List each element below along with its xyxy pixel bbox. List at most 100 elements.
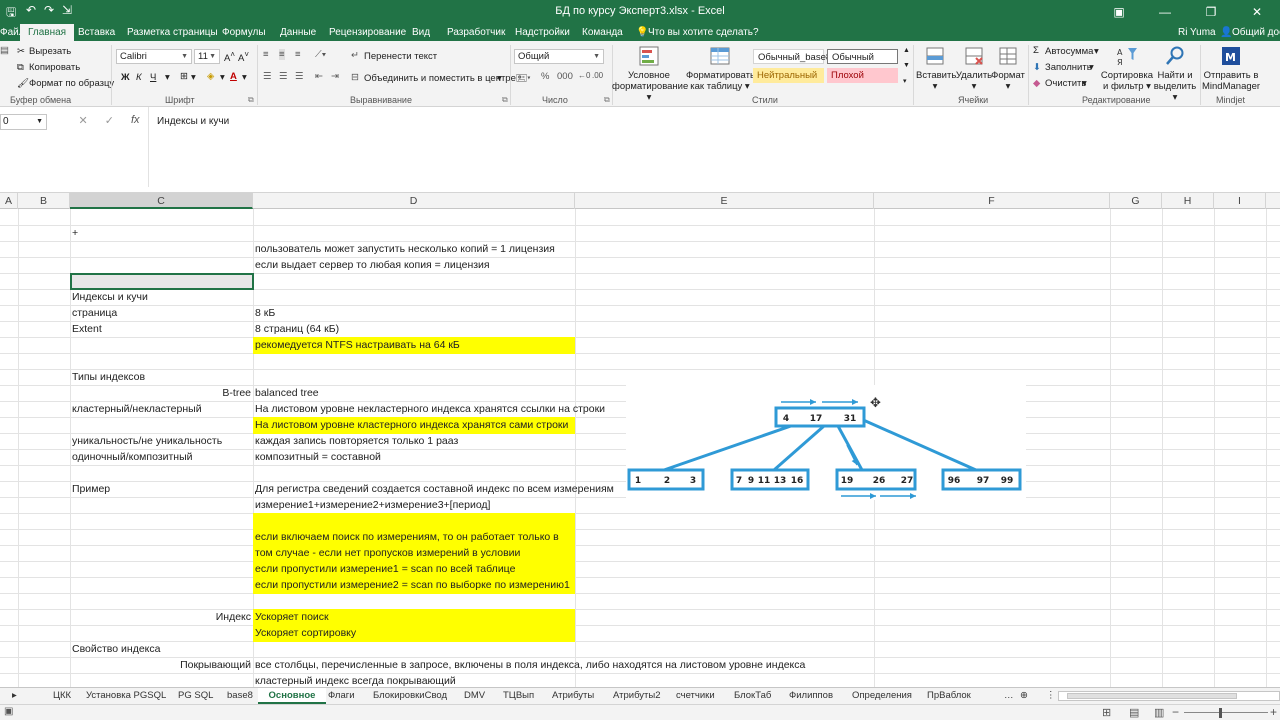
- close-icon[interactable]: ✕: [1234, 0, 1280, 24]
- cell-d[interactable]: [253, 465, 257, 481]
- zoom-slider-handle[interactable]: [1219, 708, 1222, 718]
- page-break-view-icon[interactable]: ▥: [1154, 706, 1164, 719]
- ribbon-display-options-icon[interactable]: ▣: [1096, 0, 1142, 24]
- name-box[interactable]: 0 ▼: [0, 114, 47, 130]
- tab-page-layout[interactable]: Разметка страницы: [127, 24, 218, 41]
- align-middle-icon[interactable]: ≡: [279, 49, 285, 60]
- column-header-a[interactable]: A: [0, 193, 18, 209]
- merge-dropdown-icon[interactable]: ▾: [497, 73, 502, 84]
- shrink-font-icon[interactable]: A˅: [238, 50, 249, 64]
- cell-d[interactable]: Ускоряет сортировку: [253, 625, 358, 641]
- cell-c[interactable]: кластерный/некластерный: [70, 401, 253, 417]
- cell-c[interactable]: [70, 513, 253, 529]
- cell-d[interactable]: том случае - если нет пропусков измерени…: [253, 545, 522, 561]
- cell-d[interactable]: [253, 369, 257, 385]
- sheet-tab[interactable]: Определения: [846, 688, 918, 704]
- tell-me-icon[interactable]: 💡: [636, 24, 648, 41]
- sheet-overflow-icon[interactable]: …: [1004, 688, 1014, 704]
- btree-diagram[interactable]: 4 17 31 1 2 3 7 9 11 13 16 19 26 27 96 97 99: [626, 385, 1026, 500]
- sheet-tab[interactable]: БлокТаб: [728, 688, 777, 704]
- cell-c[interactable]: [70, 273, 253, 289]
- cell-c[interactable]: Пример: [70, 481, 253, 497]
- cell-d[interactable]: [253, 513, 257, 529]
- enter-icon[interactable]: ✓: [105, 114, 114, 130]
- column-header-h[interactable]: H: [1162, 193, 1214, 209]
- font-size-select[interactable]: 11 ▼: [194, 49, 220, 64]
- percent-icon[interactable]: %: [541, 71, 549, 82]
- cell-c[interactable]: [70, 529, 253, 545]
- cell-d[interactable]: если включаем поиск по измерениям, то он…: [253, 529, 561, 545]
- cell-c[interactable]: [70, 545, 253, 561]
- tab-formulas[interactable]: Формулы: [222, 24, 266, 41]
- sheet-scroll-icon[interactable]: ▸: [12, 688, 17, 704]
- horizontal-scrollbar[interactable]: [1058, 691, 1280, 701]
- fill-dropdown-icon[interactable]: ▾: [1089, 62, 1094, 73]
- cell-d[interactable]: композитный = составной: [253, 449, 383, 465]
- cell-c[interactable]: страница: [70, 305, 253, 321]
- autosum-dropdown-icon[interactable]: ▾: [1094, 46, 1099, 57]
- cell-d[interactable]: если выдает сервер то любая копия = лице…: [253, 257, 492, 273]
- cell-c[interactable]: Типы индексов: [70, 369, 253, 385]
- column-header-g[interactable]: G: [1110, 193, 1162, 209]
- sheet-tab[interactable]: Основное: [258, 688, 326, 704]
- minimize-icon[interactable]: —: [1142, 0, 1188, 24]
- column-header-c[interactable]: C: [70, 193, 253, 209]
- cell-c[interactable]: [70, 577, 253, 593]
- column-header-d[interactable]: D: [253, 193, 575, 209]
- cell-d[interactable]: каждая запись повторяется только 1 рааз: [253, 433, 460, 449]
- style-normal-base8[interactable]: Обычный_base8: [753, 49, 831, 64]
- cell-d[interactable]: если пропустили измерение1 = scan по все…: [253, 561, 517, 577]
- copy-button[interactable]: Копировать: [29, 62, 80, 73]
- style-normal[interactable]: Обычный: [827, 49, 898, 64]
- font-color-dropdown-icon[interactable]: ▾: [242, 72, 247, 83]
- cut-button[interactable]: Вырезать: [29, 46, 71, 57]
- cell-d[interactable]: все столбцы, перечисленные в запросе, вк…: [253, 657, 807, 673]
- sheet-tab[interactable]: Филиппов: [783, 688, 839, 704]
- zoom-slider[interactable]: [1184, 712, 1268, 713]
- cell-c[interactable]: [70, 337, 253, 353]
- tab-team[interactable]: Команда: [582, 24, 623, 41]
- cell-d[interactable]: [253, 641, 257, 657]
- normal-view-icon[interactable]: ⊞: [1102, 706, 1111, 719]
- font-dialog-launcher-icon[interactable]: ⧉: [248, 95, 254, 105]
- fill-color-dropdown-icon[interactable]: ▾: [220, 72, 225, 83]
- cell-d[interactable]: Для регистра сведений создается составно…: [253, 481, 616, 497]
- zoom-out-icon[interactable]: −: [1172, 705, 1179, 719]
- align-top-icon[interactable]: ≡: [263, 49, 269, 60]
- sheet-tab[interactable]: DMV: [458, 688, 491, 704]
- orientation-icon[interactable]: ⟋▾: [315, 49, 326, 60]
- cell-d[interactable]: На листовом уровне некластерного индекса…: [253, 401, 607, 417]
- cell-d[interactable]: пользователь может запустить несколько к…: [253, 241, 557, 257]
- delete-cells-button[interactable]: Удалить ▾: [955, 45, 993, 92]
- clear-button[interactable]: Очистить: [1045, 78, 1086, 89]
- cell-d[interactable]: [253, 289, 257, 305]
- cell-c[interactable]: Extent: [70, 321, 253, 337]
- cell-c[interactable]: +: [70, 225, 253, 241]
- cell-d[interactable]: измерение1+измерение2+измерение3+[период…: [253, 497, 492, 513]
- cell-c[interactable]: [70, 353, 253, 369]
- hscroll-handle-icon[interactable]: ⋮: [1046, 688, 1056, 704]
- cell-c[interactable]: [70, 673, 253, 687]
- style-neutral[interactable]: Нейтральный: [753, 68, 824, 83]
- sheet-tab[interactable]: счетчики: [670, 688, 721, 704]
- cell-d[interactable]: [253, 353, 257, 369]
- tab-data[interactable]: Данные: [280, 24, 316, 41]
- tab-insert[interactable]: Вставка: [78, 24, 115, 41]
- macro-record-icon[interactable]: ▣: [4, 706, 13, 717]
- insert-cells-button[interactable]: Вставить ▾: [916, 45, 956, 92]
- alignment-dialog-launcher-icon[interactable]: ⧉: [502, 95, 508, 105]
- format-cells-button[interactable]: Формат ▾: [991, 45, 1025, 92]
- cell-c[interactable]: [70, 465, 253, 481]
- format-as-table-button[interactable]: Форматировать как таблицу ▾: [686, 45, 755, 92]
- cell-d[interactable]: кластерный индекс всегда покрывающий: [253, 673, 458, 687]
- cell-c[interactable]: [70, 625, 253, 641]
- merge-center-button[interactable]: Объединить и поместить в центре: [364, 73, 516, 84]
- styles-scroll-up-icon[interactable]: ▲: [903, 47, 910, 54]
- cell-c[interactable]: [70, 417, 253, 433]
- page-layout-view-icon[interactable]: ▤: [1129, 706, 1139, 719]
- increase-decimal-icon[interactable]: ←0: [578, 71, 590, 80]
- cell-c[interactable]: [70, 593, 253, 609]
- cell-c[interactable]: [70, 257, 253, 273]
- cell-c[interactable]: [70, 561, 253, 577]
- formula-input[interactable]: [148, 107, 1280, 187]
